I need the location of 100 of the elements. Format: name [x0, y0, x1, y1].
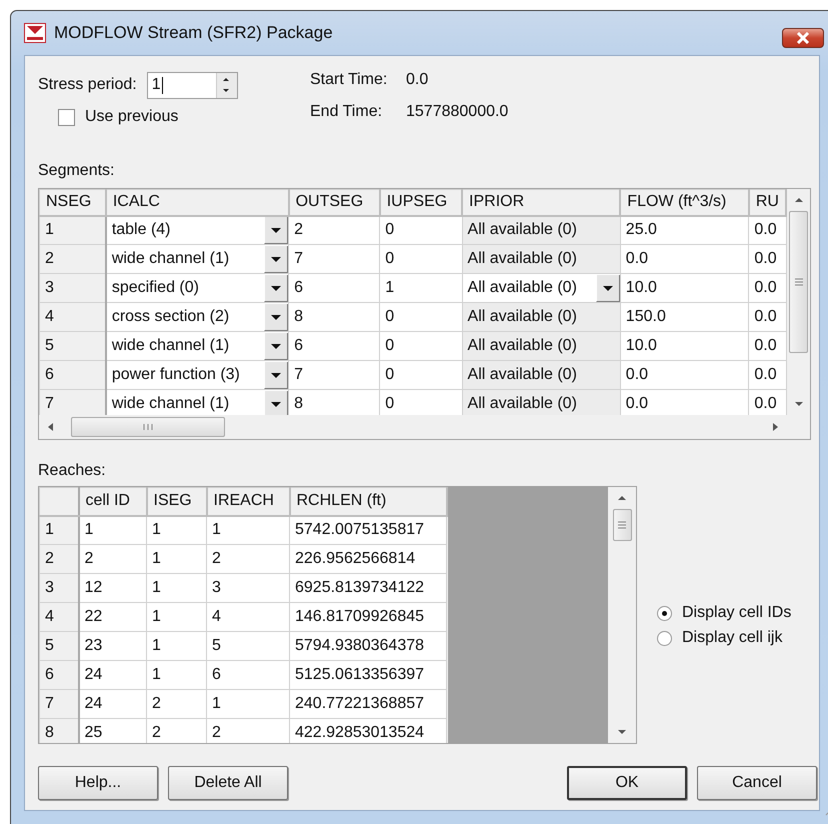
row-header[interactable]: 3 [40, 274, 106, 302]
checkbox-label: Use previous [85, 108, 178, 126]
section-label: Reaches: [38, 462, 107, 480]
radio-button[interactable] [657, 630, 672, 646]
row-header[interactable]: 7 [40, 690, 78, 718]
table-cell: 2 [206, 718, 290, 743]
column-header[interactable]: OUTSEG [288, 190, 380, 216]
dropdown-cell[interactable]: cross section (2) [106, 302, 289, 332]
table-cell: 1 [146, 660, 206, 690]
table-cell: 6 [288, 332, 380, 360]
table-cell: 24 [78, 690, 146, 718]
table-cell: 1 [146, 574, 206, 602]
stress-period-spinner[interactable]: 1 [146, 72, 238, 98]
column-header[interactable]: IUPSEG [380, 190, 462, 216]
scrollbar-thumb[interactable] [71, 417, 225, 437]
table-cell: 2 [288, 216, 380, 244]
table-cell: 150.0 [620, 302, 749, 332]
dialog-button[interactable]: Help... [38, 766, 158, 800]
field-value: 1577880000.0 [406, 103, 508, 121]
table-cell: All available (0) [462, 390, 620, 415]
column-header[interactable]: RU [748, 190, 786, 216]
table-cell: 2 [146, 718, 206, 743]
table-cell: 25.0 [620, 216, 749, 244]
column-header[interactable]: IREACH [206, 488, 290, 516]
scrollbar-thumb[interactable] [612, 509, 632, 541]
scrollbar-thumb[interactable] [789, 211, 808, 353]
dialog-button[interactable]: Cancel [697, 766, 817, 800]
table-cell: 1 [146, 544, 206, 574]
table-cell: 0 [380, 302, 462, 332]
table-cell: 0.0 [748, 274, 786, 302]
column-header[interactable]: cell ID [78, 488, 146, 516]
table-cell: 0.0 [748, 216, 786, 244]
table-cell: 0 [380, 216, 462, 244]
table-cell: 5 [206, 632, 290, 660]
table-cell: All available (0) [462, 332, 620, 360]
close-button[interactable] [782, 28, 824, 48]
row-header[interactable]: 1 [40, 516, 78, 544]
row-header[interactable]: 3 [40, 574, 78, 602]
table-cell: 12 [78, 574, 146, 602]
table-cell: 146.81709926845 [290, 602, 446, 632]
grip-icon [794, 277, 804, 287]
table-cell: 0.0 [748, 360, 786, 390]
column-header[interactable]: IPRIOR [462, 190, 620, 216]
table-cell: 5794.9380364378 [290, 632, 446, 660]
table-cell: 0.0 [748, 332, 786, 360]
table-cell: 1 [78, 516, 146, 544]
table-cell: 0.0 [620, 390, 749, 415]
table-cell: 22 [78, 602, 146, 632]
row-header[interactable]: 5 [40, 632, 78, 660]
row-header[interactable]: 2 [40, 544, 78, 574]
dropdown-cell[interactable]: power function (3) [106, 360, 289, 390]
dropdown-cell[interactable]: wide channel (1) [106, 244, 289, 274]
field-label: Stress period: [38, 76, 137, 94]
dropdown-cell[interactable]: specified (0) [106, 274, 289, 302]
table-cell: 0 [380, 390, 462, 415]
table-cell: 4 [206, 602, 290, 632]
dropdown-cell[interactable]: wide channel (1) [106, 390, 289, 415]
table-cell: 2 [146, 690, 206, 718]
table-cell: 0.0 [748, 302, 786, 332]
row-header[interactable]: 4 [40, 602, 78, 632]
row-header[interactable]: 6 [40, 360, 106, 390]
table-cell: 5742.0075135817 [290, 516, 446, 544]
table-cell: 0.0 [620, 360, 749, 390]
column-header[interactable]: RCHLEN (ft) [290, 488, 446, 516]
table-cell: 1 [146, 632, 206, 660]
dropdown-cell[interactable]: table (4) [106, 216, 289, 244]
column-header[interactable]: ICALC [106, 190, 289, 216]
row-header[interactable]: 6 [40, 660, 78, 690]
table-cell: 7 [288, 244, 380, 274]
checkbox[interactable] [58, 108, 75, 126]
table-cell: All available (0) [462, 360, 620, 390]
table-cell: 23 [78, 632, 146, 660]
column-header[interactable]: NSEG [40, 190, 106, 216]
radio-label: Display cell ijk [682, 629, 782, 647]
table-cell: 1 [380, 274, 462, 302]
table-cell: 24 [78, 660, 146, 690]
table-cell: 1 [206, 516, 290, 544]
dialog-button[interactable]: OK [567, 766, 687, 800]
column-header[interactable]: ISEG [146, 488, 206, 516]
dropdown-cell[interactable]: All available (0) [462, 274, 620, 302]
app-icon [24, 23, 46, 43]
table-cell: 8 [288, 390, 380, 415]
table-cell: 1 [146, 516, 206, 544]
table-cell: 10.0 [620, 332, 749, 360]
row-header[interactable]: 2 [40, 244, 106, 274]
table-cell: 240.77221368857 [290, 690, 446, 718]
row-header[interactable]: 4 [40, 302, 106, 332]
table-cell: 226.9562566814 [290, 544, 446, 574]
table-cell: 3 [206, 574, 290, 602]
table-cell: 0.0 [748, 390, 786, 415]
row-header[interactable]: 7 [40, 390, 106, 415]
table-cell: 6 [288, 274, 380, 302]
column-header[interactable]: FLOW (ft^3/s) [620, 190, 749, 216]
dropdown-cell[interactable]: wide channel (1) [106, 332, 289, 360]
radio-button[interactable] [657, 606, 672, 620]
row-header[interactable]: 8 [40, 718, 78, 743]
row-header[interactable]: 1 [40, 216, 106, 244]
close-icon [796, 32, 810, 44]
row-header[interactable]: 5 [40, 332, 106, 360]
dialog-button[interactable]: Delete All [168, 766, 288, 800]
